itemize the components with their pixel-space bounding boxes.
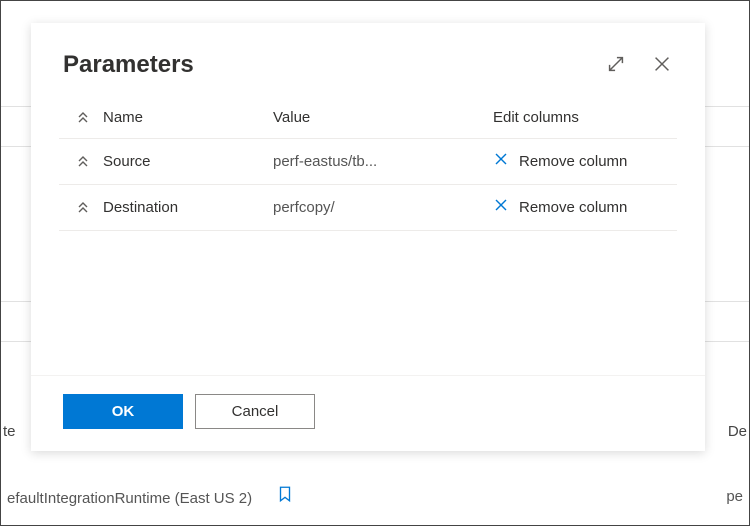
background-bottom-row: efaultIntegrationRuntime (East US 2) pe [1,485,749,507]
background-truncated-text: te [3,423,16,440]
parameter-value: perf-eastus/tb... [273,153,463,170]
parameter-value: perfcopy/ [273,199,463,216]
parameters-dialog: Parameters [31,23,705,451]
table-row: Destination perfcopy/ Remove column [59,185,677,231]
column-header-edit: Edit columns [463,109,673,126]
parameter-name: Source [103,153,273,170]
column-header-value: Value [273,109,463,126]
dialog-header-actions [605,53,673,75]
collapse-row-icon[interactable] [63,154,103,170]
cancel-button[interactable]: Cancel [195,394,315,429]
integration-runtime-label: efaultIntegrationRuntime (East US 2) [7,490,252,507]
remove-x-icon [493,151,509,172]
dialog-header: Parameters [31,23,705,97]
table-header-row: Name Value Edit columns [59,97,677,139]
remove-column-button[interactable]: Remove column [463,197,673,218]
remove-column-label: Remove column [519,153,627,170]
remove-column-button[interactable]: Remove column [463,151,673,172]
table-row: Source perf-eastus/tb... Remove column [59,139,677,185]
dialog-body: Name Value Edit columns Source perf-east… [31,97,705,375]
expand-icon[interactable] [605,53,627,75]
background-truncated-text: De [728,423,747,440]
remove-column-label: Remove column [519,199,627,216]
collapse-row-icon[interactable] [63,200,103,216]
collapse-all-icon[interactable] [63,110,103,126]
ok-button[interactable]: OK [63,394,183,429]
bookmark-icon[interactable] [276,485,294,507]
remove-x-icon [493,197,509,218]
background-truncated-text: pe [726,488,743,505]
column-header-name: Name [103,109,273,126]
dialog-footer: OK Cancel [31,375,705,451]
close-icon[interactable] [651,53,673,75]
dialog-title: Parameters [63,51,194,79]
parameter-name: Destination [103,199,273,216]
